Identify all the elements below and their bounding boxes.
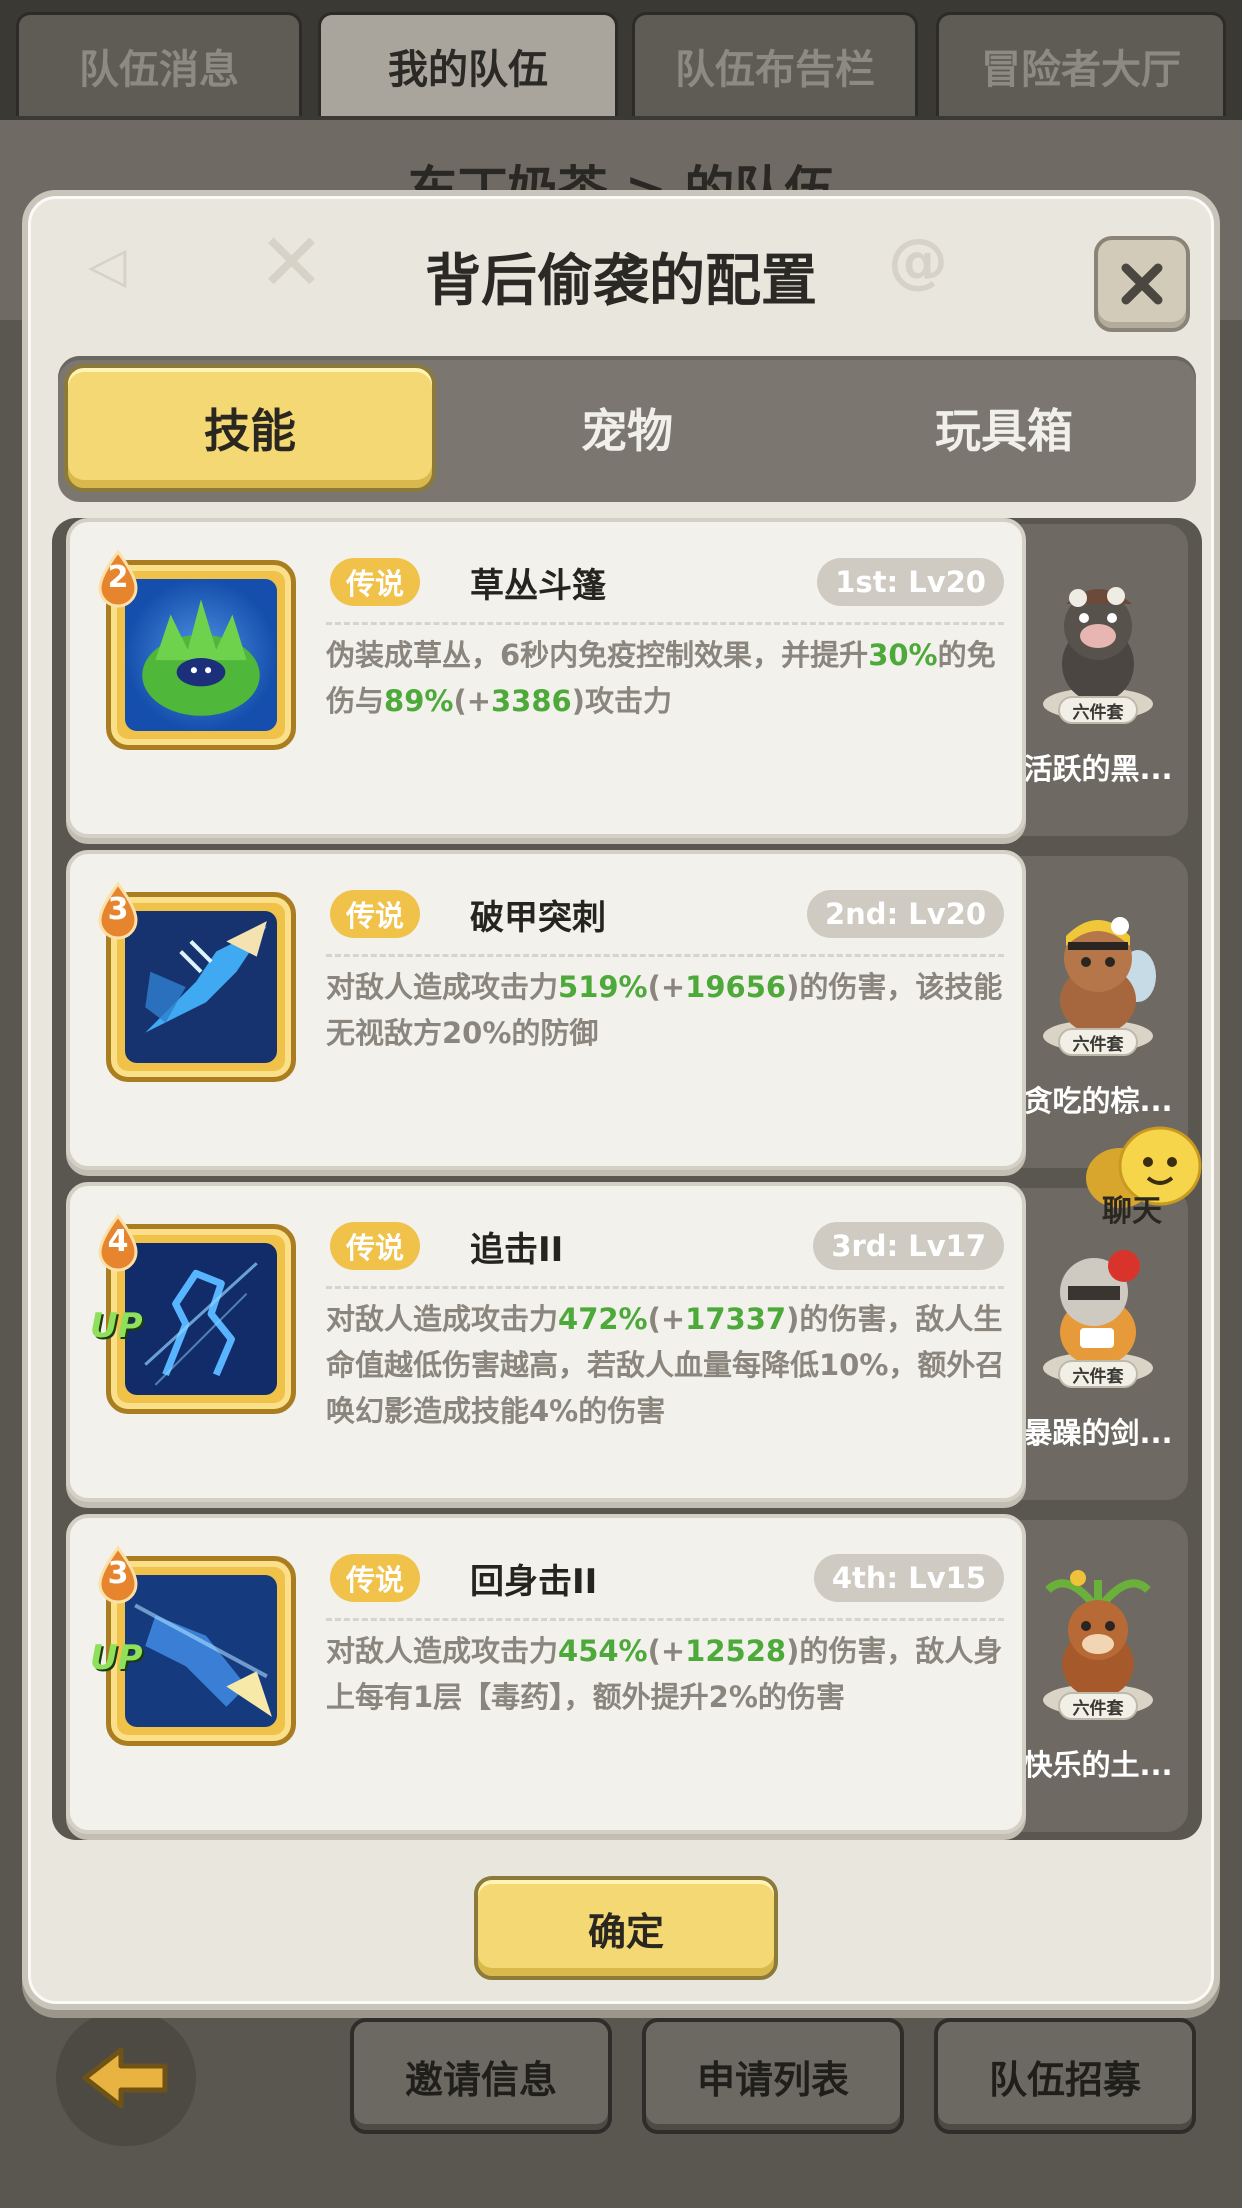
tab-team-messages[interactable]: 队伍消息 [16,12,302,116]
rarity-tag: 传说 [330,558,421,606]
rarity-tag: 传说 [330,890,421,938]
back-button[interactable] [56,2010,196,2146]
skill-name: 回身击II [470,1561,598,1602]
skill-level: 2 [107,560,129,595]
modal-title: 背后偷袭的配置 [425,249,817,314]
tab-pets[interactable]: 宠物 [441,364,813,492]
pet-set-badge: 六件套 [1058,1360,1138,1388]
pet-slot-4[interactable]: 六件套 快乐的土... [1008,1520,1188,1832]
pet-name: 贪吃的棕... [1023,1084,1173,1118]
skill-card-2[interactable]: 3 传说 破甲突刺 2nd: Lv20 对敌人造成攻击力519%(+19656)… [66,850,1026,1170]
skill-description: 对敌人造成攻击力472%(+17337)的伤害，敌人生命值越低伤害越高，若敌人血… [326,1302,1005,1428]
slot-level-pill: 4th: Lv15 [813,1554,1004,1602]
divider [326,954,1004,957]
pet-slot-1[interactable]: 六件套 活跃的黑... [1008,524,1188,836]
pet-name: 快乐的土... [1023,1748,1173,1782]
skill-level: 3 [107,1556,129,1591]
skill-level: 3 [107,892,129,927]
skill-card-1[interactable]: 2 传说 草丛斗篷 1st: Lv20 伪装成草丛，6秒内免疫控制效果，并提升3… [66,518,1026,838]
config-tab-bar: 技能 宠物 玩具箱 [58,356,1196,502]
rarity-tag: 传说 [330,1554,421,1602]
tab-my-team[interactable]: 我的队伍 [318,12,618,116]
pet-set-badge: 六件套 [1058,1028,1138,1056]
close-icon [1121,263,1163,305]
upgrade-badge: UP [90,1306,143,1346]
skill-description: 对敌人造成攻击力519%(+19656)的伤害，该技能无视敌方20%的防御 [326,970,1003,1050]
divider [326,622,1004,625]
pursuit-icon [125,1243,277,1395]
skill-description: 伪装成草丛，6秒内免疫控制效果，并提升30%的免伤与89%(+3386)攻击力 [326,638,996,718]
skill-name: 追击II [470,1229,564,1270]
close-button[interactable] [1094,236,1190,332]
armor-pierce-icon [125,911,277,1063]
bush-cloak-icon [125,579,277,731]
skill-description: 对敌人造成攻击力454%(+12528)的伤害，敌人身上每有1层【毒药】，额外提… [326,1634,1003,1714]
pet-set-badge: 六件套 [1058,696,1138,724]
application-list-button[interactable]: 申请列表 [642,2018,904,2134]
tab-toy-box[interactable]: 玩具箱 [818,364,1190,492]
upgrade-badge: UP [90,1638,143,1678]
invite-info-button[interactable]: 邀请信息 [350,2018,612,2134]
chat-label: 聊天 [1102,1194,1162,1229]
divider [326,1618,1004,1621]
pet-name: 活跃的黑... [1023,752,1173,786]
pet-set-badge: 六件套 [1058,1692,1138,1720]
slot-level-pill: 1st: Lv20 [817,558,1004,606]
confirm-button[interactable]: 确定 [474,1876,778,1980]
skill-list: 六件套 活跃的黑... 2 传说 草丛斗篷 1st: Lv20 伪装成草丛，6秒… [52,518,1202,1840]
tab-skills[interactable]: 技能 [64,364,436,492]
pet-slot-3[interactable]: 六件套 暴躁的剑... [1008,1188,1188,1500]
skill-config-modal: ✕ ◁ @ 背后偷袭的配置 技能 宠物 玩具箱 六件套 活跃的黑... 2 传说… [22,190,1220,2010]
skill-name: 破甲突刺 [470,897,606,938]
skill-card-3[interactable]: UP 4 传说 追击II 3rd: Lv17 对敌人造成攻击力472%(+173… [66,1182,1026,1502]
tab-team-board[interactable]: 队伍布告栏 [632,12,918,116]
divider [326,1286,1004,1289]
tab-adventurer-hall[interactable]: 冒险者大厅 [936,12,1226,116]
skill-name: 草丛斗篷 [470,565,606,606]
back-strike-icon [125,1575,277,1727]
slot-level-pill: 3rd: Lv17 [813,1222,1004,1270]
skill-level: 4 [107,1224,129,1259]
top-tab-bar: 队伍消息 我的队伍 队伍布告栏 冒险者大厅 [0,0,1242,120]
slot-level-pill: 2nd: Lv20 [806,890,1004,938]
skill-card-4[interactable]: UP 3 传说 回身击II 4th: Lv15 对敌人造成攻击力454%(+12… [66,1514,1026,1834]
back-arrow-icon [82,2047,168,2109]
team-recruit-button[interactable]: 队伍招募 [934,2018,1196,2134]
rarity-tag: 传说 [330,1222,421,1270]
pet-name: 暴躁的剑... [1023,1416,1173,1450]
